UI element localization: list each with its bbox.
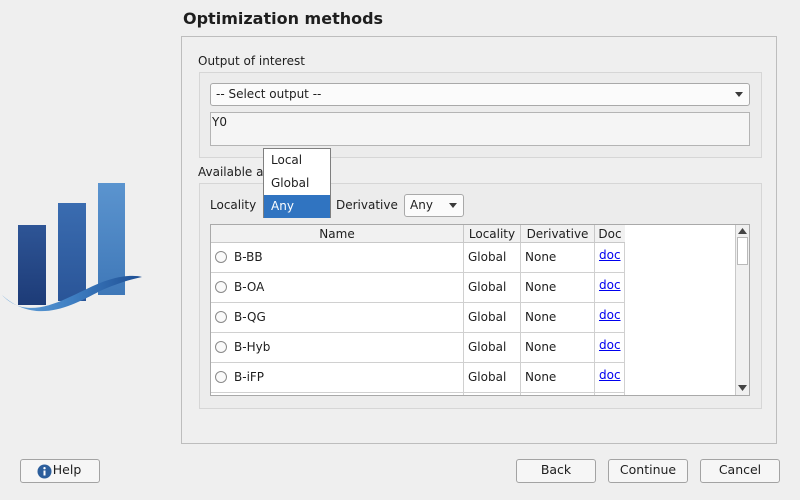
cancel-button[interactable]: Cancel xyxy=(700,459,780,483)
radio-icon[interactable] xyxy=(215,281,227,293)
outputs-textbox[interactable]: Y0 xyxy=(210,112,750,146)
table-scrollbar[interactable] xyxy=(735,225,749,395)
doc-link[interactable]: doc xyxy=(599,338,621,352)
derivative-select[interactable]: Any xyxy=(404,194,464,217)
page-title: Optimization methods xyxy=(183,9,384,28)
row-name: B-Hyb xyxy=(234,340,271,354)
doc-link[interactable]: doc xyxy=(599,368,621,382)
row-name: B-BB xyxy=(234,250,263,264)
doc-link[interactable]: doc xyxy=(599,248,621,262)
outputs-text: Y0 xyxy=(212,115,227,129)
info-icon xyxy=(37,464,52,479)
doc-link[interactable]: doc xyxy=(599,308,621,322)
output-select[interactable]: -- Select output -- xyxy=(210,83,750,106)
row-locality: Global xyxy=(464,363,521,392)
table-row-partial xyxy=(211,393,625,395)
row-name: B-OA xyxy=(234,280,265,294)
locality-option-local[interactable]: Local xyxy=(264,149,330,172)
output-section-label: Output of interest xyxy=(198,54,305,68)
scrollbar-thumb[interactable] xyxy=(737,237,748,265)
derivative-select-value: Any xyxy=(410,198,433,212)
column-header-derivative[interactable]: Derivative xyxy=(521,225,595,243)
row-derivative: None xyxy=(521,333,595,362)
chevron-down-icon[interactable] xyxy=(738,385,747,391)
algorithms-table: Name Locality Derivative Doc B-BB Global… xyxy=(210,224,750,396)
locality-option-any[interactable]: Any xyxy=(264,195,330,218)
row-derivative: None xyxy=(521,303,595,332)
row-derivative: None xyxy=(521,363,595,392)
table-row[interactable]: B-Hyb Global None doc xyxy=(211,333,625,363)
row-locality: Global xyxy=(464,273,521,302)
radio-icon[interactable] xyxy=(215,251,227,263)
row-derivative: None xyxy=(521,243,595,272)
chart-logo-icon xyxy=(2,183,142,312)
row-name: B-iFP xyxy=(234,370,265,384)
algorithms-section-label: Available a xyxy=(198,165,264,179)
chevron-down-icon xyxy=(449,203,457,208)
row-locality: Global xyxy=(464,333,521,362)
radio-icon[interactable] xyxy=(215,371,227,383)
locality-label: Locality xyxy=(210,198,257,212)
radio-icon[interactable] xyxy=(215,311,227,323)
chevron-up-icon[interactable] xyxy=(738,228,747,234)
row-locality: Global xyxy=(464,243,521,272)
table-row[interactable]: B-iFP Global None doc xyxy=(211,363,625,393)
row-name: B-QG xyxy=(234,310,266,324)
chevron-down-icon xyxy=(735,92,743,97)
locality-dropdown-popup[interactable]: Local Global Any xyxy=(263,148,331,218)
help-button[interactable]: Help xyxy=(20,459,100,483)
column-header-doc[interactable]: Doc xyxy=(595,225,625,243)
table-row[interactable]: B-OA Global None doc xyxy=(211,273,625,303)
column-header-locality[interactable]: Locality xyxy=(464,225,521,243)
row-derivative: None xyxy=(521,273,595,302)
continue-button[interactable]: Continue xyxy=(608,459,688,483)
table-row[interactable]: B-BB Global None doc xyxy=(211,243,625,273)
back-button[interactable]: Back xyxy=(516,459,596,483)
locality-option-global[interactable]: Global xyxy=(264,172,330,195)
doc-link[interactable]: doc xyxy=(599,278,621,292)
column-header-name[interactable]: Name xyxy=(211,225,464,243)
output-select-value: -- Select output -- xyxy=(216,87,322,101)
table-row[interactable]: B-QG Global None doc xyxy=(211,303,625,333)
derivative-label: Derivative xyxy=(336,198,398,212)
radio-icon[interactable] xyxy=(215,341,227,353)
row-locality: Global xyxy=(464,303,521,332)
